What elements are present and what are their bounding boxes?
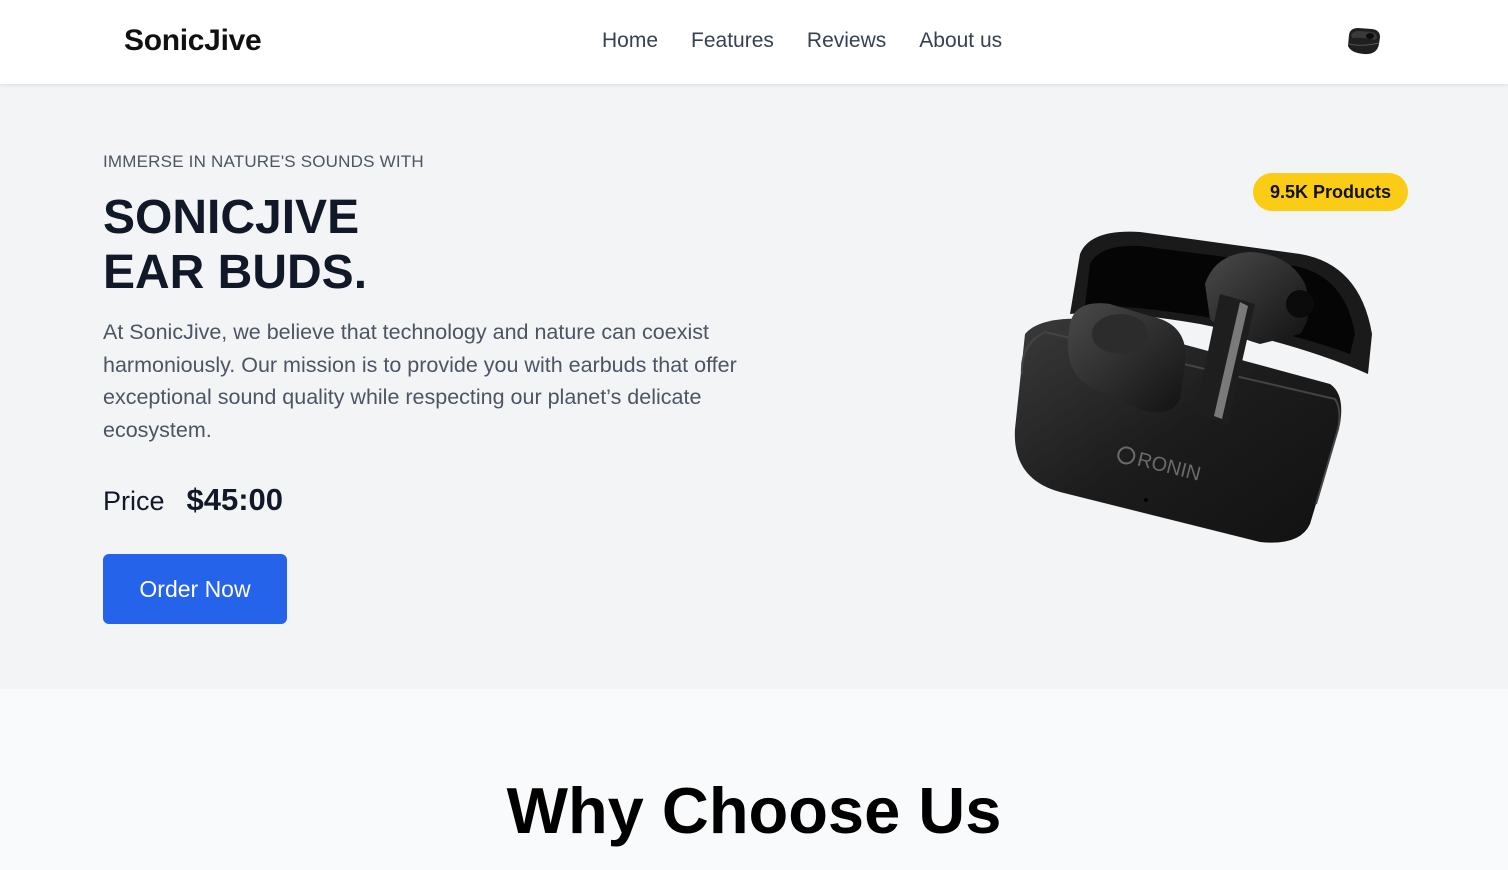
brand-logo[interactable]: SonicJive [124, 24, 262, 58]
nav-link-home[interactable]: Home [602, 29, 658, 53]
nav-link-features[interactable]: Features [691, 29, 774, 53]
earbuds-icon[interactable] [1342, 24, 1384, 60]
why-choose-us-title: Why Choose Us [506, 774, 1002, 847]
headline-line-2: EAR BUDS. [103, 246, 368, 299]
earbuds-product-image: RONIN [1000, 224, 1390, 554]
hero-section: IMMERSE IN NATURE'S SOUNDS WITH SONICJIV… [0, 84, 1508, 689]
products-count-badge: 9.5K Products [1253, 173, 1408, 211]
price-value: $45:00 [186, 482, 284, 517]
nav-link-about-us[interactable]: About us [919, 29, 1002, 53]
price-label: Price [103, 486, 165, 516]
hero-description: At SonicJive, we believe that technology… [103, 320, 737, 442]
hero-headline: SONICJIVE EAR BUDS. [103, 190, 367, 300]
headline-line-1: SONICJIVE [103, 191, 360, 244]
navbar: SonicJive Home Features Reviews About us [0, 0, 1508, 84]
main-nav: Home Features Reviews About us [602, 29, 1002, 53]
order-now-button[interactable]: Order Now [103, 554, 287, 624]
hero-eyebrow: IMMERSE IN NATURE'S SOUNDS WITH [103, 152, 424, 171]
price-row: Price $45:00 [103, 482, 283, 518]
why-choose-us-section: Why Choose Us [0, 689, 1508, 870]
nav-link-reviews[interactable]: Reviews [807, 29, 886, 53]
